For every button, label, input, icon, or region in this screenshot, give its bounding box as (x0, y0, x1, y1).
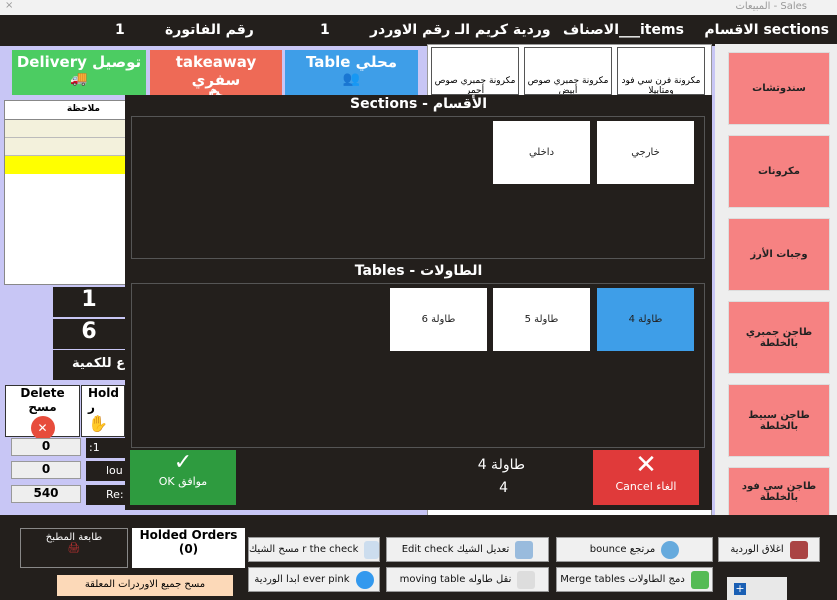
close-icon[interactable]: × (5, 0, 13, 11)
total-field-3: 540 (11, 485, 81, 503)
takeaway-order-button[interactable]: takeaway سفري🛍 (150, 50, 282, 105)
table-option[interactable]: طاولة 5 (493, 288, 590, 351)
tables-title: Tables - الطاولات (354, 263, 483, 279)
edit-check-button[interactable]: Edit check تعديل الشيك (386, 537, 549, 562)
section-button[interactable]: سندوتشات (728, 52, 830, 125)
item-tile[interactable]: مكرونة جمبري صوص أحمر (431, 47, 519, 95)
moving-table-button[interactable]: moving table نقل طاوله (386, 567, 549, 592)
qty-value-2: 6 (53, 319, 125, 349)
items-label: الاصناف___items (563, 22, 684, 38)
section-button[interactable]: طاجن سبيط بالخلطة (728, 384, 830, 457)
start-shift-button[interactable]: ابدا الوردية ever pink (248, 567, 380, 592)
table-order-button[interactable]: Table محلي 👥 (285, 50, 418, 95)
check-icon: ✓ (173, 450, 193, 475)
merge-icon (690, 570, 709, 589)
selected-table-number: 4 (499, 480, 508, 496)
sections-title: Sections - الأقسام (349, 96, 487, 112)
delete-icon: ✕ (30, 416, 55, 440)
window-title: المبيعات - Sales (735, 1, 807, 12)
grid-delete-icon (364, 540, 379, 559)
delivery-order-button[interactable]: Delivery توصيل 🚚 (12, 50, 146, 95)
item-tile[interactable]: مكرونة جمبري صوص أبيض (524, 47, 612, 95)
section-button[interactable]: وجبات الأرز (728, 218, 830, 291)
total-field-1: 0 (11, 438, 81, 456)
total-field-2: 0 (11, 461, 81, 479)
save-close-icon (789, 540, 808, 559)
shift-label: وردية كريم الـ رقم الاوردر (370, 22, 551, 38)
kitchen-printer-button[interactable]: طابعة المطبخ 🖨 (20, 528, 128, 568)
total-label-3: Re: (86, 485, 126, 505)
note-header: ملاحظة (5, 101, 125, 120)
grid-row[interactable] (5, 120, 125, 138)
clear-check-button[interactable]: مسح الشيك r the check (248, 537, 380, 562)
grid-row-selected[interactable] (5, 156, 125, 174)
expand-panel: + (727, 577, 787, 600)
grid-row[interactable] (5, 138, 125, 156)
selected-table-name: طاولة 4 (477, 457, 525, 473)
qty-value-1: 1 (53, 287, 125, 317)
refresh-icon (661, 540, 680, 559)
order-grid: ملاحظة (4, 100, 126, 285)
table-select-dialog: Sections - الأقسام خارجي داخلي Tables - … (125, 95, 712, 510)
invoice-label: رقم الفاتورة (165, 22, 254, 38)
ok-button[interactable]: ✓ OK موافق (130, 450, 236, 505)
document-move-icon (517, 570, 536, 589)
clear-holded-button[interactable]: مسح جميع الاوردرات المعلقة (57, 575, 233, 596)
item-tile[interactable]: مكرونة فرن سي فود ومتابيلا (617, 47, 705, 95)
table-option-selected[interactable]: طاولة 4 (597, 288, 694, 351)
holded-orders-button[interactable]: Holded Orders (0) (132, 528, 245, 568)
merge-tables-button[interactable]: Merge tables دمج الطاولات (556, 567, 713, 592)
table-option[interactable]: طاولة 6 (390, 288, 487, 351)
section-button[interactable]: مكرونات (728, 135, 830, 208)
close-shift-button[interactable]: اغلاق الوردية (718, 537, 820, 562)
printer-icon: 🖨 (67, 543, 81, 554)
section-button[interactable]: طاجن جمبري بالخلطة (728, 301, 830, 374)
section-button[interactable]: طاجن سي فود بالخلطة (728, 467, 830, 517)
plus-icon[interactable]: + (734, 583, 746, 595)
title-bar: × المبيعات - Sales (0, 0, 837, 15)
header-bar: الاقسام sections الاصناف___items وردية ك… (0, 15, 837, 46)
qty-label: ع للكمية (53, 350, 125, 380)
delete-button[interactable]: Delete مسح ✕ (5, 385, 80, 440)
total-label-2: lou (86, 461, 126, 481)
edit-icon (515, 540, 534, 559)
play-icon (355, 570, 374, 589)
hold-button[interactable]: Hold ر ✋ (81, 385, 125, 437)
hand-icon: ✋ (88, 414, 108, 433)
x-icon: ✕ (635, 450, 657, 480)
total-label-1: :1 (86, 438, 126, 458)
section-option[interactable]: خارجي (597, 121, 694, 184)
order-number: 1 (320, 22, 330, 38)
invoice-number: 1 (115, 22, 125, 38)
bounce-button[interactable]: bounce مرتجع (556, 537, 713, 562)
section-option[interactable]: داخلي (493, 121, 590, 184)
cancel-button[interactable]: ✕ Cancel الغاء (593, 450, 699, 505)
sections-label: الاقسام sections (704, 22, 829, 38)
